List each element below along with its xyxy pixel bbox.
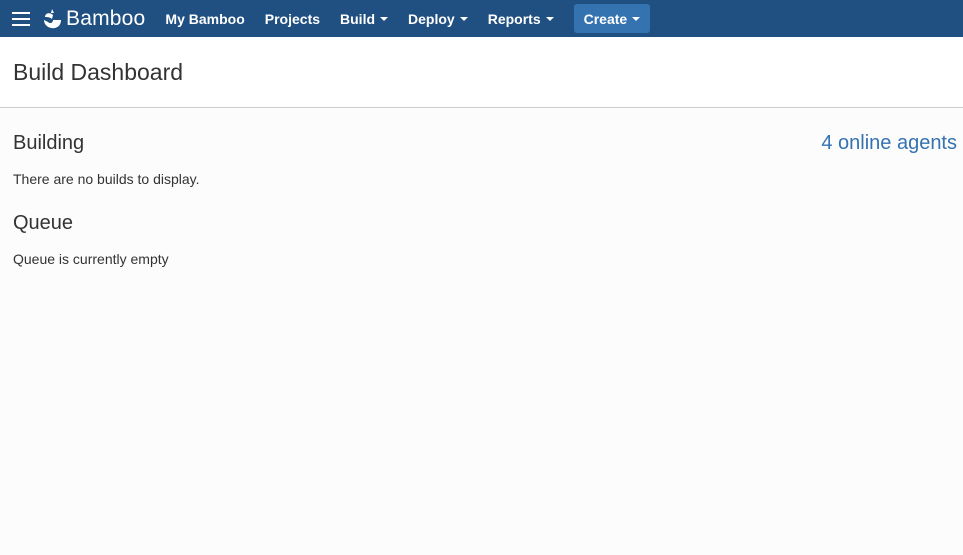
bamboo-logo-icon xyxy=(44,8,61,28)
building-empty-message: There are no builds to display. xyxy=(13,171,200,187)
page-title: Build Dashboard xyxy=(13,59,184,85)
nav-deploy-label: Deploy xyxy=(408,10,455,27)
nav-my-bamboo[interactable]: My Bamboo xyxy=(155,0,254,37)
nav-projects[interactable]: Projects xyxy=(255,0,330,37)
nav-projects-label: Projects xyxy=(264,10,321,27)
nav-build-label: Build xyxy=(340,10,376,27)
nav-reports-dropdown[interactable]: Reports xyxy=(478,0,564,37)
page-header: Build Dashboard xyxy=(0,37,963,108)
chevron-down-icon xyxy=(632,17,641,21)
bamboo-logo-link[interactable]: Bamboo xyxy=(42,0,155,37)
create-button[interactable]: Create xyxy=(573,4,651,33)
brand-name: Bamboo xyxy=(66,6,146,30)
queue-section-title: Queue xyxy=(13,212,74,234)
building-section-title: Building xyxy=(13,132,85,154)
nav-deploy-dropdown[interactable]: Deploy xyxy=(398,0,478,37)
create-button-label: Create xyxy=(583,10,628,27)
chevron-down-icon xyxy=(459,17,468,21)
chevron-down-icon xyxy=(380,17,389,21)
online-agents-link[interactable]: 4 online agents xyxy=(821,132,957,155)
app-switcher-menu-icon[interactable] xyxy=(0,0,42,37)
chevron-down-icon xyxy=(545,17,554,21)
nav-my-bamboo-label: My Bamboo xyxy=(165,10,245,27)
nav-reports-label: Reports xyxy=(487,10,541,27)
dashboard-content: Building 4 online agents There are no bu… xyxy=(0,108,963,555)
queue-empty-message: Queue is currently empty xyxy=(13,251,169,267)
nav-build-dropdown[interactable]: Build xyxy=(330,0,398,37)
top-navigation-bar: Bamboo My Bamboo Projects Build Deploy R… xyxy=(0,0,963,37)
